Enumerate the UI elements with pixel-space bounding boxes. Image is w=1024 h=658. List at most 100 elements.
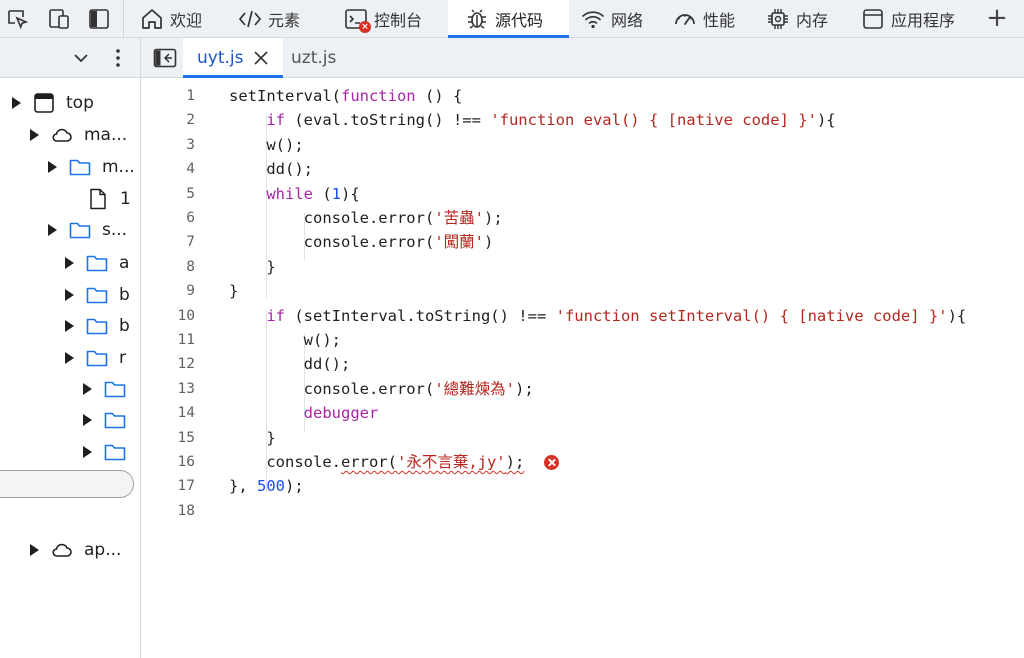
tab-memory[interactable]: 内存 — [766, 0, 828, 37]
line-number[interactable]: 11 — [141, 328, 195, 352]
tree-item[interactable]: b — [65, 282, 130, 308]
cloud-icon — [52, 128, 72, 142]
tab-sources[interactable]: 源代码 — [448, 0, 569, 38]
expand-arrow-icon[interactable] — [65, 289, 74, 301]
folder-icon — [86, 350, 108, 367]
tree-item[interactable]: b — [65, 313, 130, 339]
code-line[interactable]: 6 console.error('苦蟲'); — [141, 206, 1024, 230]
expand-arrow-icon[interactable] — [48, 224, 57, 236]
line-number[interactable]: 14 — [141, 401, 195, 425]
code-token: '總難煉為' — [434, 379, 515, 398]
code-token: ){ — [947, 306, 967, 325]
code-line[interactable]: 7 console.error('闖蘭') — [141, 230, 1024, 254]
line-number[interactable]: 2 — [141, 108, 195, 132]
tab-elements[interactable]: 元素 — [238, 0, 300, 37]
tree-item[interactable]: m... — [48, 154, 135, 180]
dock-panel-icon[interactable] — [87, 7, 111, 31]
error-marker-icon[interactable] — [544, 455, 559, 470]
line-number[interactable]: 6 — [141, 206, 195, 230]
line-number[interactable]: 15 — [141, 426, 195, 450]
editor-tab-uzt[interactable]: uzt.js — [281, 38, 346, 77]
toggle-navigator-icon[interactable] — [153, 48, 177, 68]
tab-label: 源代码 — [495, 10, 544, 30]
code-line[interactable]: 16 console.error('永不言棄,jy'); — [141, 450, 1024, 474]
code-line[interactable]: 17}, 500); — [141, 474, 1024, 498]
close-icon[interactable] — [253, 50, 269, 66]
folder-icon — [104, 412, 126, 429]
line-number[interactable]: 4 — [141, 157, 195, 181]
code-token: ); — [514, 379, 534, 398]
expand-arrow-icon[interactable] — [83, 383, 92, 395]
line-number[interactable]: 7 — [141, 230, 195, 254]
chevron-down-icon[interactable] — [72, 49, 90, 67]
code-line[interactable]: 13 console.error('總難煉為'); — [141, 377, 1024, 401]
expand-arrow-icon[interactable] — [12, 97, 21, 109]
code-line[interactable]: 14 debugger — [141, 401, 1024, 425]
line-number[interactable]: 12 — [141, 352, 195, 376]
code-token: dd(); — [229, 160, 313, 179]
tab-application[interactable]: 应用程序 — [861, 0, 955, 37]
tree-item[interactable] — [83, 407, 137, 433]
tree-item[interactable]: r — [65, 345, 126, 371]
code-line[interactable]: 1 setInterval(function () { — [141, 84, 1024, 108]
code-line[interactable]: 10 if (setInterval.toString() !== 'funct… — [141, 304, 1024, 328]
inspect-element-icon[interactable] — [6, 7, 30, 31]
code-line[interactable]: 12 dd(); — [141, 352, 1024, 376]
expand-arrow-icon[interactable] — [83, 446, 92, 458]
tab-console[interactable]: × 控制台 — [344, 0, 422, 37]
code-text: if (setInterval.toString() !== 'function… — [229, 304, 966, 328]
navigator-scrollbar[interactable] — [0, 470, 134, 498]
line-number[interactable]: 9 — [141, 279, 195, 303]
more-options-icon[interactable] — [110, 46, 126, 70]
tab-welcome[interactable]: 欢迎 — [140, 0, 202, 37]
code-text: w(); — [229, 133, 303, 157]
code-line[interactable]: 4 dd(); — [141, 157, 1024, 181]
expand-arrow-icon[interactable] — [30, 129, 39, 141]
expand-arrow-icon[interactable] — [83, 414, 92, 426]
code-editor[interactable]: 1 setInterval(function () {2 if (eval.toS… — [141, 78, 1024, 658]
expand-arrow-icon[interactable] — [65, 320, 74, 332]
tree-item[interactable]: a — [65, 250, 129, 276]
code-line[interactable]: 18 — [141, 499, 1024, 523]
expand-arrow-icon[interactable] — [48, 161, 57, 173]
code-line[interactable]: 8 } — [141, 255, 1024, 279]
line-number[interactable]: 13 — [141, 377, 195, 401]
code-text: if (eval.toString() !== 'function eval()… — [229, 108, 835, 132]
tab-network[interactable]: 网络 — [581, 0, 643, 37]
code-line[interactable]: 3 w(); — [141, 133, 1024, 157]
expand-arrow-icon[interactable] — [65, 352, 74, 364]
code-line[interactable]: 5 while (1){ — [141, 182, 1024, 206]
tree-item[interactable]: ap... — [30, 537, 121, 563]
line-number[interactable]: 5 — [141, 182, 195, 206]
line-number[interactable]: 3 — [141, 133, 195, 157]
tree-item[interactable] — [83, 376, 137, 402]
code-text: } — [229, 255, 276, 279]
tree-item[interactable]: top — [12, 90, 94, 116]
tab-label: 内存 — [796, 10, 829, 30]
device-emulation-icon[interactable] — [47, 7, 71, 31]
tree-item[interactable]: s... — [48, 217, 127, 243]
line-number[interactable]: 8 — [141, 255, 195, 279]
code-token: } — [229, 257, 276, 276]
code-line[interactable]: 15 } — [141, 426, 1024, 450]
expand-arrow-icon[interactable] — [65, 257, 74, 269]
code-token: ); — [285, 477, 304, 496]
line-number[interactable]: 17 — [141, 474, 195, 498]
code-brackets-icon — [238, 10, 262, 27]
code-text: w(); — [229, 328, 341, 352]
line-number[interactable]: 18 — [141, 499, 195, 523]
line-number[interactable]: 16 — [141, 450, 195, 474]
folder-icon — [104, 444, 126, 461]
tab-performance[interactable]: 性能 — [673, 0, 735, 37]
tree-item[interactable] — [83, 439, 137, 465]
expand-arrow-icon[interactable] — [30, 544, 39, 556]
code-line[interactable]: 11 w(); — [141, 328, 1024, 352]
code-line[interactable]: 2 if (eval.toString() !== 'function eval… — [141, 108, 1024, 132]
add-tool-button[interactable]: + — [984, 4, 1010, 34]
code-line[interactable]: 9} — [141, 279, 1024, 303]
tree-item[interactable]: 1 — [86, 186, 131, 212]
line-number[interactable]: 10 — [141, 304, 195, 328]
tree-item[interactable]: ma... — [30, 122, 127, 148]
line-number[interactable]: 1 — [141, 84, 195, 108]
editor-tab-uyt[interactable]: uyt.js — [183, 38, 284, 78]
